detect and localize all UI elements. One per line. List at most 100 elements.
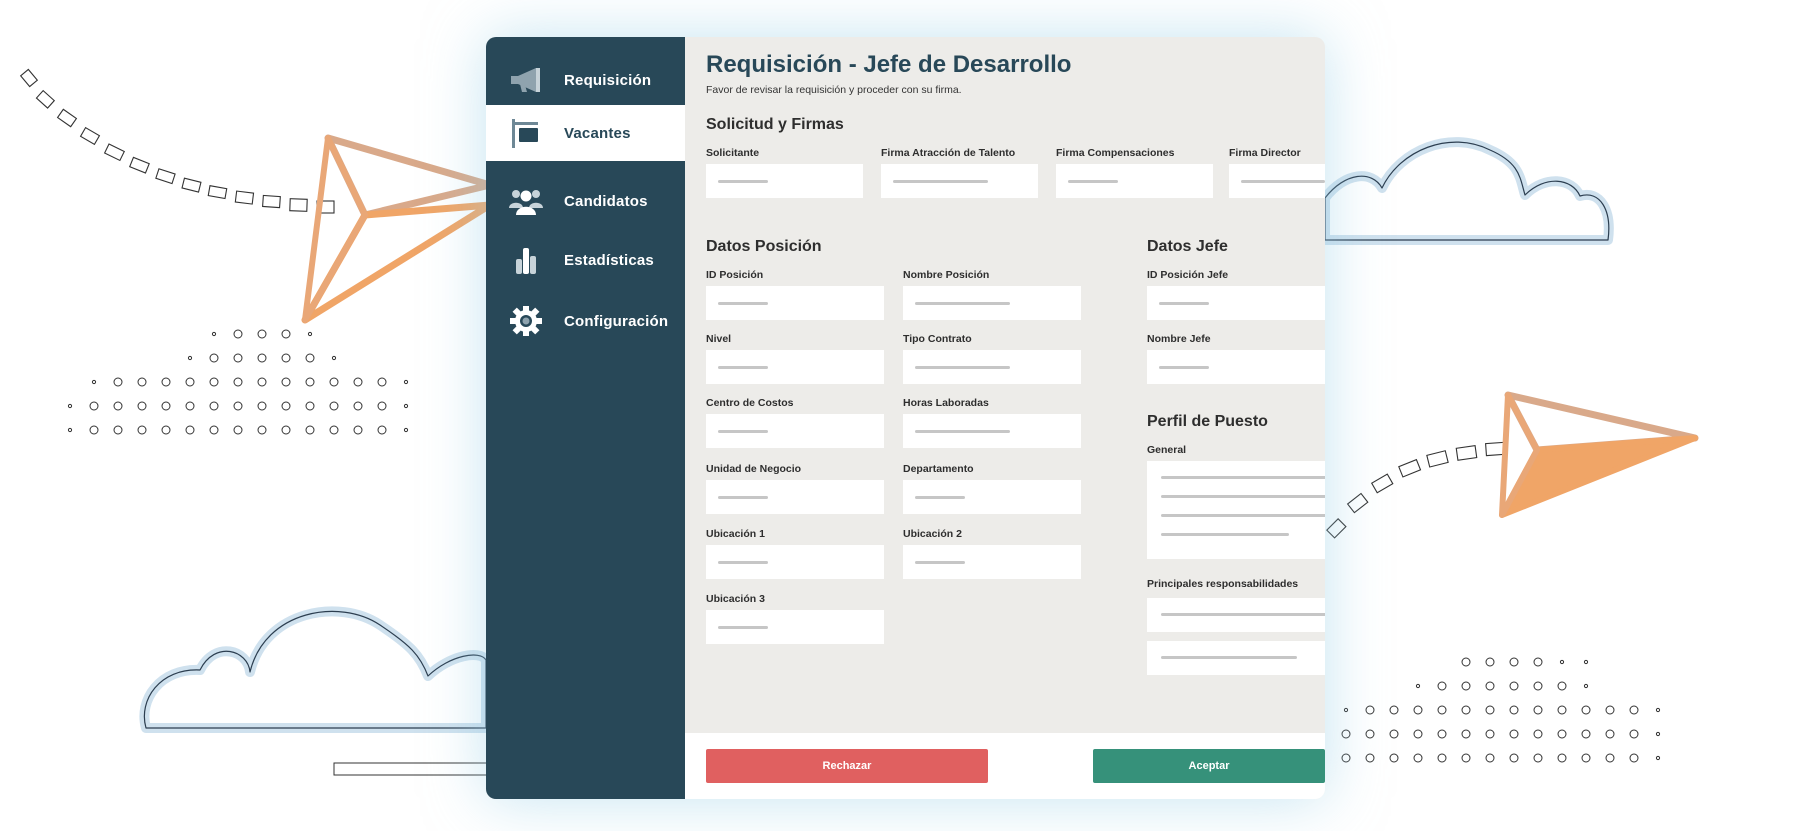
ubicacion-1-field[interactable] [706, 545, 884, 579]
field-label: ID Posición [706, 269, 764, 281]
ubicacion-3-field[interactable] [706, 610, 884, 644]
placeholder-line [718, 561, 768, 564]
sidebar-item-candidatos[interactable]: Candidatos [486, 173, 685, 229]
decorative-dot [1533, 657, 1543, 667]
decorative-dot [1655, 731, 1661, 737]
firma-compensaciones-field[interactable] [1056, 164, 1213, 198]
field-label: Solicitante [706, 147, 760, 159]
sidebar-item-estadisticas[interactable]: Estadísticas [486, 232, 685, 288]
decorative-dot [1461, 753, 1471, 763]
decorative-dot [211, 331, 217, 337]
placeholder-line [1241, 180, 1325, 183]
sidebar-item-configuracion[interactable]: Configuración [486, 293, 685, 349]
field-label: Tipo Contrato [903, 333, 972, 345]
decorative-dot [1509, 681, 1519, 691]
decorative-dot [257, 425, 267, 435]
tipo-contrato-field[interactable] [903, 350, 1081, 384]
placeholder-line [718, 302, 768, 305]
decorative-dot [257, 329, 267, 339]
nombre-jefe-field[interactable] [1147, 350, 1325, 384]
decorative-dot [161, 401, 171, 411]
id-posicion-jefe-field[interactable] [1147, 286, 1325, 320]
decorative-dot [1533, 705, 1543, 715]
section-title-posicion: Datos Posición [706, 238, 822, 255]
megaphone-icon [508, 65, 544, 95]
placeholder-line [1161, 476, 1325, 479]
firma-director-field[interactable] [1229, 164, 1325, 198]
nivel-field[interactable] [706, 350, 884, 384]
decorative-dot [161, 425, 171, 435]
sidebar-item-label: Candidatos [564, 192, 648, 210]
accept-button[interactable]: Aceptar [1093, 749, 1325, 783]
responsabilidades-field-1[interactable] [1147, 598, 1325, 632]
users-icon [508, 186, 544, 216]
unidad-negocio-field[interactable] [706, 480, 884, 514]
decorative-dot [89, 425, 99, 435]
decorative-dot [1509, 705, 1519, 715]
decorative-dot [233, 425, 243, 435]
decorative-dot [353, 377, 363, 387]
field-label: Unidad de Negocio [706, 463, 802, 475]
decorative-dot [1437, 681, 1447, 691]
decorative-dot [1629, 705, 1639, 715]
decorative-dot [1389, 705, 1399, 715]
solicitante-field[interactable] [706, 164, 863, 198]
decorative-dot [305, 401, 315, 411]
decorative-dot [1557, 753, 1567, 763]
field-label: Horas Laboradas [903, 397, 989, 409]
app-window: Requisición Vacantes Candidatos Estadíst… [486, 37, 1325, 799]
decorative-dot [233, 377, 243, 387]
reject-button[interactable]: Rechazar [706, 749, 988, 783]
field-label: Ubicación 1 [706, 528, 765, 540]
departamento-field[interactable] [903, 480, 1081, 514]
general-textarea[interactable] [1147, 461, 1325, 559]
decorative-dot [209, 377, 219, 387]
decorative-dot [1437, 729, 1447, 739]
responsabilidades-field-2[interactable] [1147, 641, 1325, 675]
decorative-dot [209, 401, 219, 411]
decorative-dot [1341, 753, 1351, 763]
gear-icon [508, 306, 544, 336]
placeholder-line [1161, 613, 1325, 616]
decorative-dot [1533, 681, 1543, 691]
decorative-dot [113, 401, 123, 411]
decorative-dot [403, 379, 409, 385]
sidebar-item-requisicion[interactable]: Requisición [486, 52, 685, 108]
footer-actions: Rechazar Aceptar [685, 733, 1325, 799]
page-subtitle: Favor de revisar la requisición y proced… [706, 84, 962, 96]
decorative-dot [209, 425, 219, 435]
page-title: Requisición - Jefe de Desarrollo [706, 51, 1072, 78]
decorative-dot [257, 401, 267, 411]
decorative-dot [1341, 729, 1351, 739]
sidebar-item-vacantes[interactable]: Vacantes [486, 105, 685, 161]
decorative-dot [1437, 705, 1447, 715]
dashed-flight-path-left [19, 68, 335, 214]
field-label: Nombre Jefe [1147, 333, 1211, 345]
field-label: Principales responsabilidades [1147, 578, 1299, 590]
firma-atraccion-field[interactable] [881, 164, 1038, 198]
field-label: Firma Compensaciones [1056, 147, 1175, 159]
decorative-dot [1629, 729, 1639, 739]
dot-pattern-left [67, 329, 409, 435]
cloud-left [139, 606, 495, 776]
placeholder-line [718, 366, 768, 369]
decorative-dot [233, 401, 243, 411]
placeholder-line [1161, 495, 1325, 498]
ubicacion-2-field[interactable] [903, 545, 1081, 579]
nombre-posicion-field[interactable] [903, 286, 1081, 320]
id-posicion-field[interactable] [706, 286, 884, 320]
decorative-dot [1533, 753, 1543, 763]
decorative-dot [233, 329, 243, 339]
decorative-dot [1365, 753, 1375, 763]
sidebar: Requisición Vacantes Candidatos Estadíst… [486, 37, 685, 799]
centro-costos-field[interactable] [706, 414, 884, 448]
decorative-dot [1389, 729, 1399, 739]
decorative-dot [1509, 657, 1519, 667]
placeholder-line [718, 180, 768, 183]
decorative-dot [1343, 707, 1349, 713]
field-label: Nivel [706, 333, 732, 345]
sidebar-item-label: Requisición [564, 71, 652, 89]
placeholder-line [1159, 366, 1209, 369]
placeholder-line [915, 496, 965, 499]
horas-laboradas-field[interactable] [903, 414, 1081, 448]
